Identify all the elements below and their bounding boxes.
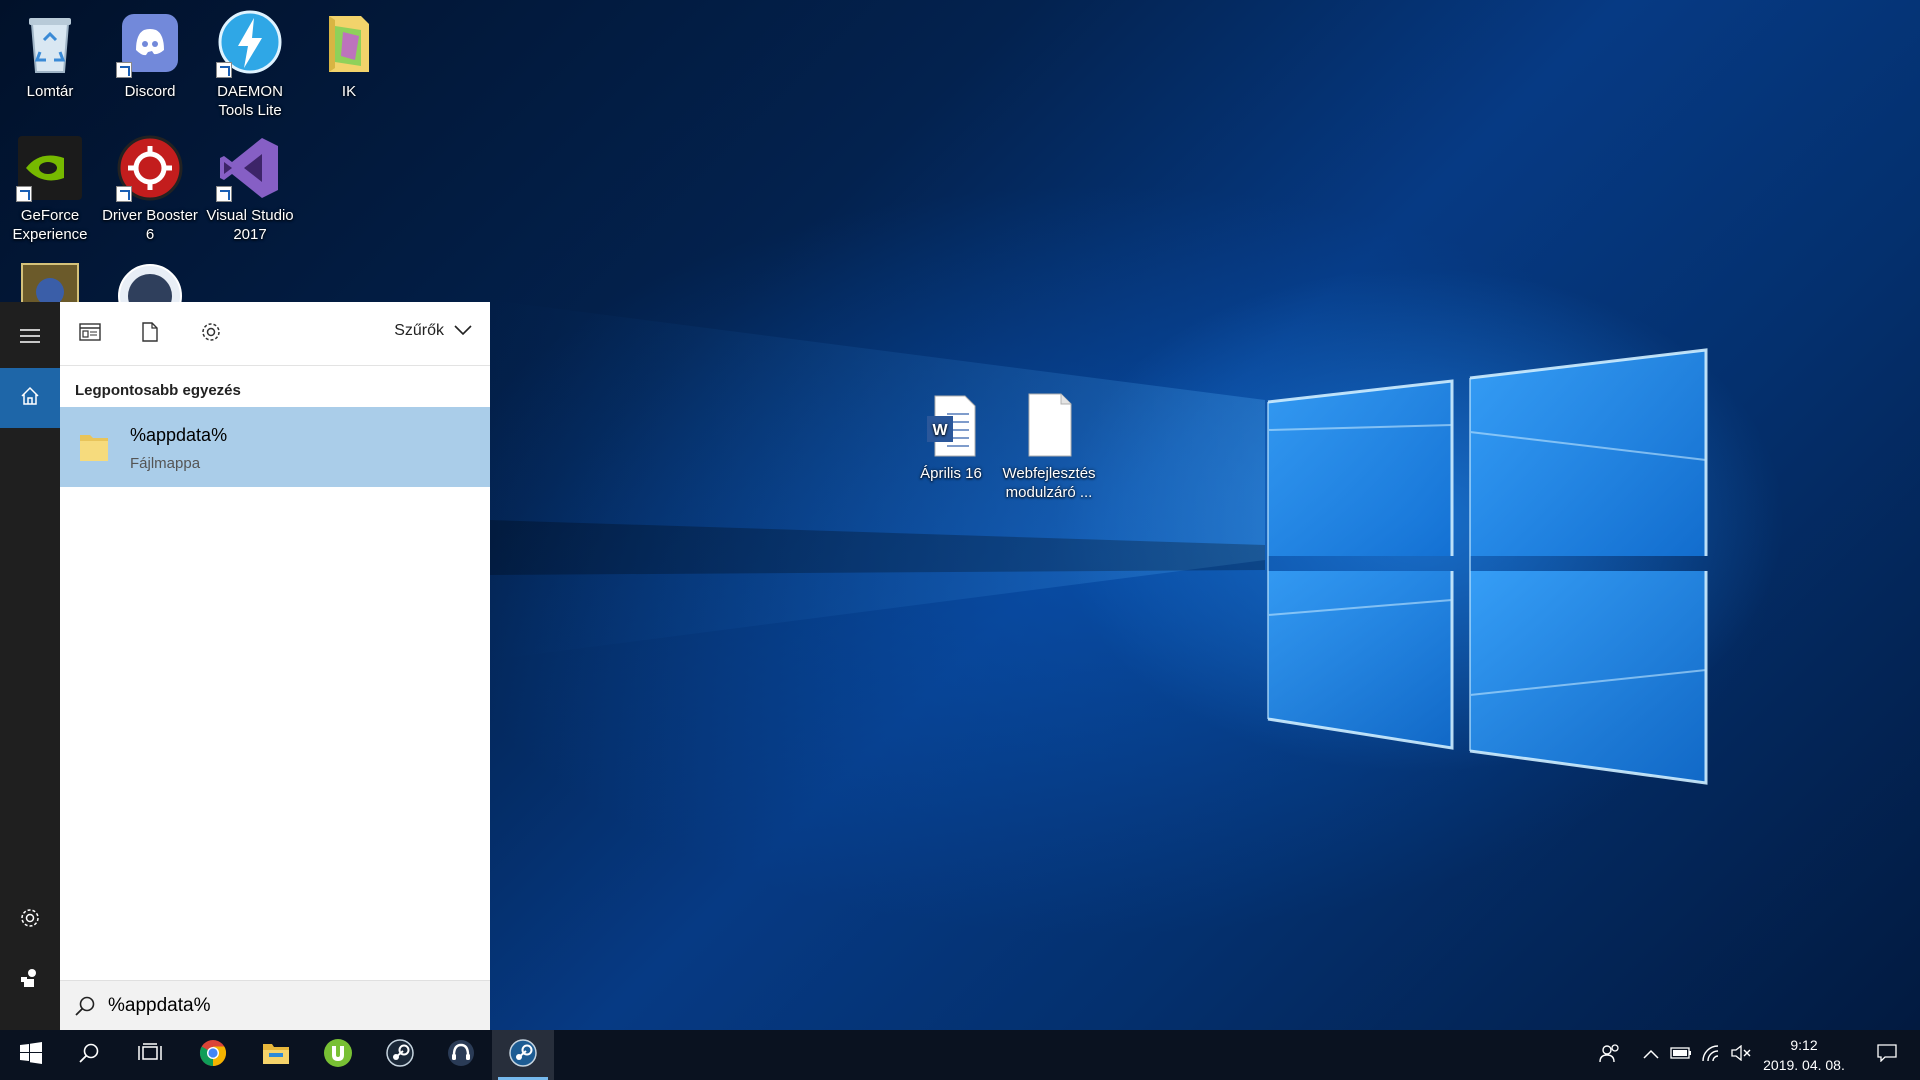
desktop-icon-label: Webfejlesztés modulzáró ... (1002, 465, 1096, 501)
home-button[interactable] (0, 368, 60, 428)
search-icon (78, 1042, 100, 1069)
shortcut-arrow-icon (216, 186, 232, 202)
word-document-icon: W (917, 392, 985, 460)
search-box[interactable] (60, 980, 490, 1030)
best-match-heading: Legpontosabb egyezés (75, 382, 241, 399)
start-icon (20, 1041, 42, 1069)
search-input[interactable] (108, 989, 468, 1023)
taskbar-chrome[interactable] (182, 1030, 244, 1080)
settings-filter-icon (200, 321, 222, 348)
desktop-icon-driver-booster[interactable]: Driver Booster 6 (102, 134, 198, 244)
task-view-icon (138, 1042, 162, 1068)
desktop-icon-label: Április 16 (920, 465, 982, 482)
result-subtitle: Fájlmappa (130, 455, 201, 472)
discord-icon (116, 10, 184, 78)
desktop-icon-label: Driver Booster 6 (102, 207, 198, 243)
start-search-panel: Szűrők Legpontosabb egyezés %appdata% Fá… (0, 302, 490, 1030)
desktop-icon-aprilis-16[interactable]: W Április 16 (903, 392, 999, 483)
taskbar-teamspeak[interactable] (430, 1030, 492, 1080)
desktop-icon-discord[interactable]: Discord (102, 10, 198, 101)
settings-button[interactable] (0, 890, 60, 950)
desktop-icon-label: GeForce Experience (12, 207, 88, 243)
desktop-icon-visual-studio[interactable]: Visual Studio 2017 (202, 134, 298, 244)
feedback-icon (20, 967, 40, 994)
clock-time: 9:12 (1790, 1037, 1818, 1053)
apps-filter-icon (79, 322, 101, 346)
desktop-icon-ik-folder[interactable]: IK (301, 10, 397, 101)
documents-filter-icon (142, 321, 158, 347)
best-match-result[interactable]: %appdata% Fájlmappa (60, 407, 490, 487)
steam-active-icon (509, 1038, 537, 1072)
search-icon (74, 995, 96, 1022)
desktop-icon-webfejlesztes[interactable]: Webfejlesztés modulzáró ... (1001, 392, 1097, 502)
task-view-button[interactable] (119, 1030, 181, 1080)
taskbar: 9:12 2019. 04. 08. (0, 1030, 1920, 1080)
battery-button[interactable] (1666, 1030, 1696, 1080)
desktop-icon-label: Discord (124, 83, 176, 100)
people-button[interactable] (1593, 1030, 1627, 1080)
start-rail (0, 302, 60, 1030)
taskbar-steam[interactable] (369, 1030, 431, 1080)
taskbar-steam-running[interactable] (492, 1030, 554, 1080)
settings-icon (19, 907, 41, 934)
wifi-icon (1701, 1044, 1721, 1067)
taskbar-utorrent[interactable] (307, 1030, 369, 1080)
filters-label: Szűrők (394, 322, 444, 339)
game-icon (16, 262, 84, 302)
settings-filter-button[interactable] (191, 314, 231, 354)
action-center-button[interactable] (1864, 1030, 1910, 1080)
desktop-icon-label: IK (341, 83, 357, 100)
taskbar-search-button[interactable] (58, 1030, 120, 1080)
home-icon (20, 386, 40, 411)
show-hidden-icons-icon (1643, 1046, 1659, 1064)
taskbar-file-explorer[interactable] (245, 1030, 307, 1080)
clock-date: 2019. 04. 08. (1763, 1057, 1845, 1073)
shortcut-arrow-icon (116, 186, 132, 202)
chevron-down-icon (454, 322, 472, 340)
menu-button[interactable] (0, 308, 60, 368)
people-icon (1599, 1043, 1621, 1068)
steam-icon (386, 1038, 414, 1072)
daemon-tools-icon (216, 10, 284, 78)
visual-studio-icon (216, 134, 284, 202)
desktop-icon-geforce[interactable]: GeForce Experience (2, 134, 98, 244)
result-title: %appdata% (130, 425, 228, 445)
driver-booster-icon (116, 134, 184, 202)
desktop-icon-daemon-tools[interactable]: DAEMON Tools Lite (202, 10, 298, 120)
nvidia-icon (16, 134, 84, 202)
desktop-icon-game-1[interactable] (2, 262, 98, 302)
search-toolbar: Szűrők (60, 302, 490, 366)
utorrent-icon (323, 1038, 353, 1073)
desktop-icon-label: DAEMON Tools Lite (217, 83, 283, 119)
file-explorer-icon (262, 1041, 290, 1070)
text-document-icon (1015, 392, 1083, 460)
shortcut-arrow-icon (116, 62, 132, 78)
desktop-icon-game-2[interactable] (102, 262, 198, 302)
clock[interactable]: 9:12 2019. 04. 08. (1752, 1035, 1856, 1075)
shortcut-arrow-icon (16, 186, 32, 202)
start-button[interactable] (0, 1030, 62, 1080)
documents-filter-button[interactable] (130, 314, 170, 354)
chrome-icon (199, 1039, 227, 1072)
apps-filter-button[interactable] (70, 314, 110, 354)
desktop-icon-recycle-bin[interactable]: Lomtár (2, 10, 98, 101)
recycle-bin-icon (16, 10, 84, 78)
teamspeak-icon (447, 1039, 475, 1072)
folder-icon (315, 10, 383, 78)
show-hidden-icons-button[interactable] (1636, 1030, 1666, 1080)
desktop-icon-label: Visual Studio 2017 (206, 207, 294, 243)
desktop-icon-label: Lomtár (26, 83, 74, 100)
feedback-button[interactable] (0, 950, 60, 1010)
volume-muted-icon (1731, 1044, 1751, 1066)
action-center-icon (1877, 1043, 1897, 1067)
menu-icon (20, 328, 40, 348)
search-results-pane: Szűrők Legpontosabb egyezés %appdata% Fá… (60, 302, 490, 1030)
game-icon (116, 262, 184, 302)
svg-text:W: W (932, 422, 948, 439)
battery-icon (1670, 1046, 1692, 1064)
folder-icon (78, 429, 110, 468)
network-button[interactable] (1696, 1030, 1726, 1080)
shortcut-arrow-icon (216, 62, 232, 78)
filters-dropdown[interactable]: Szűrők (394, 322, 472, 340)
